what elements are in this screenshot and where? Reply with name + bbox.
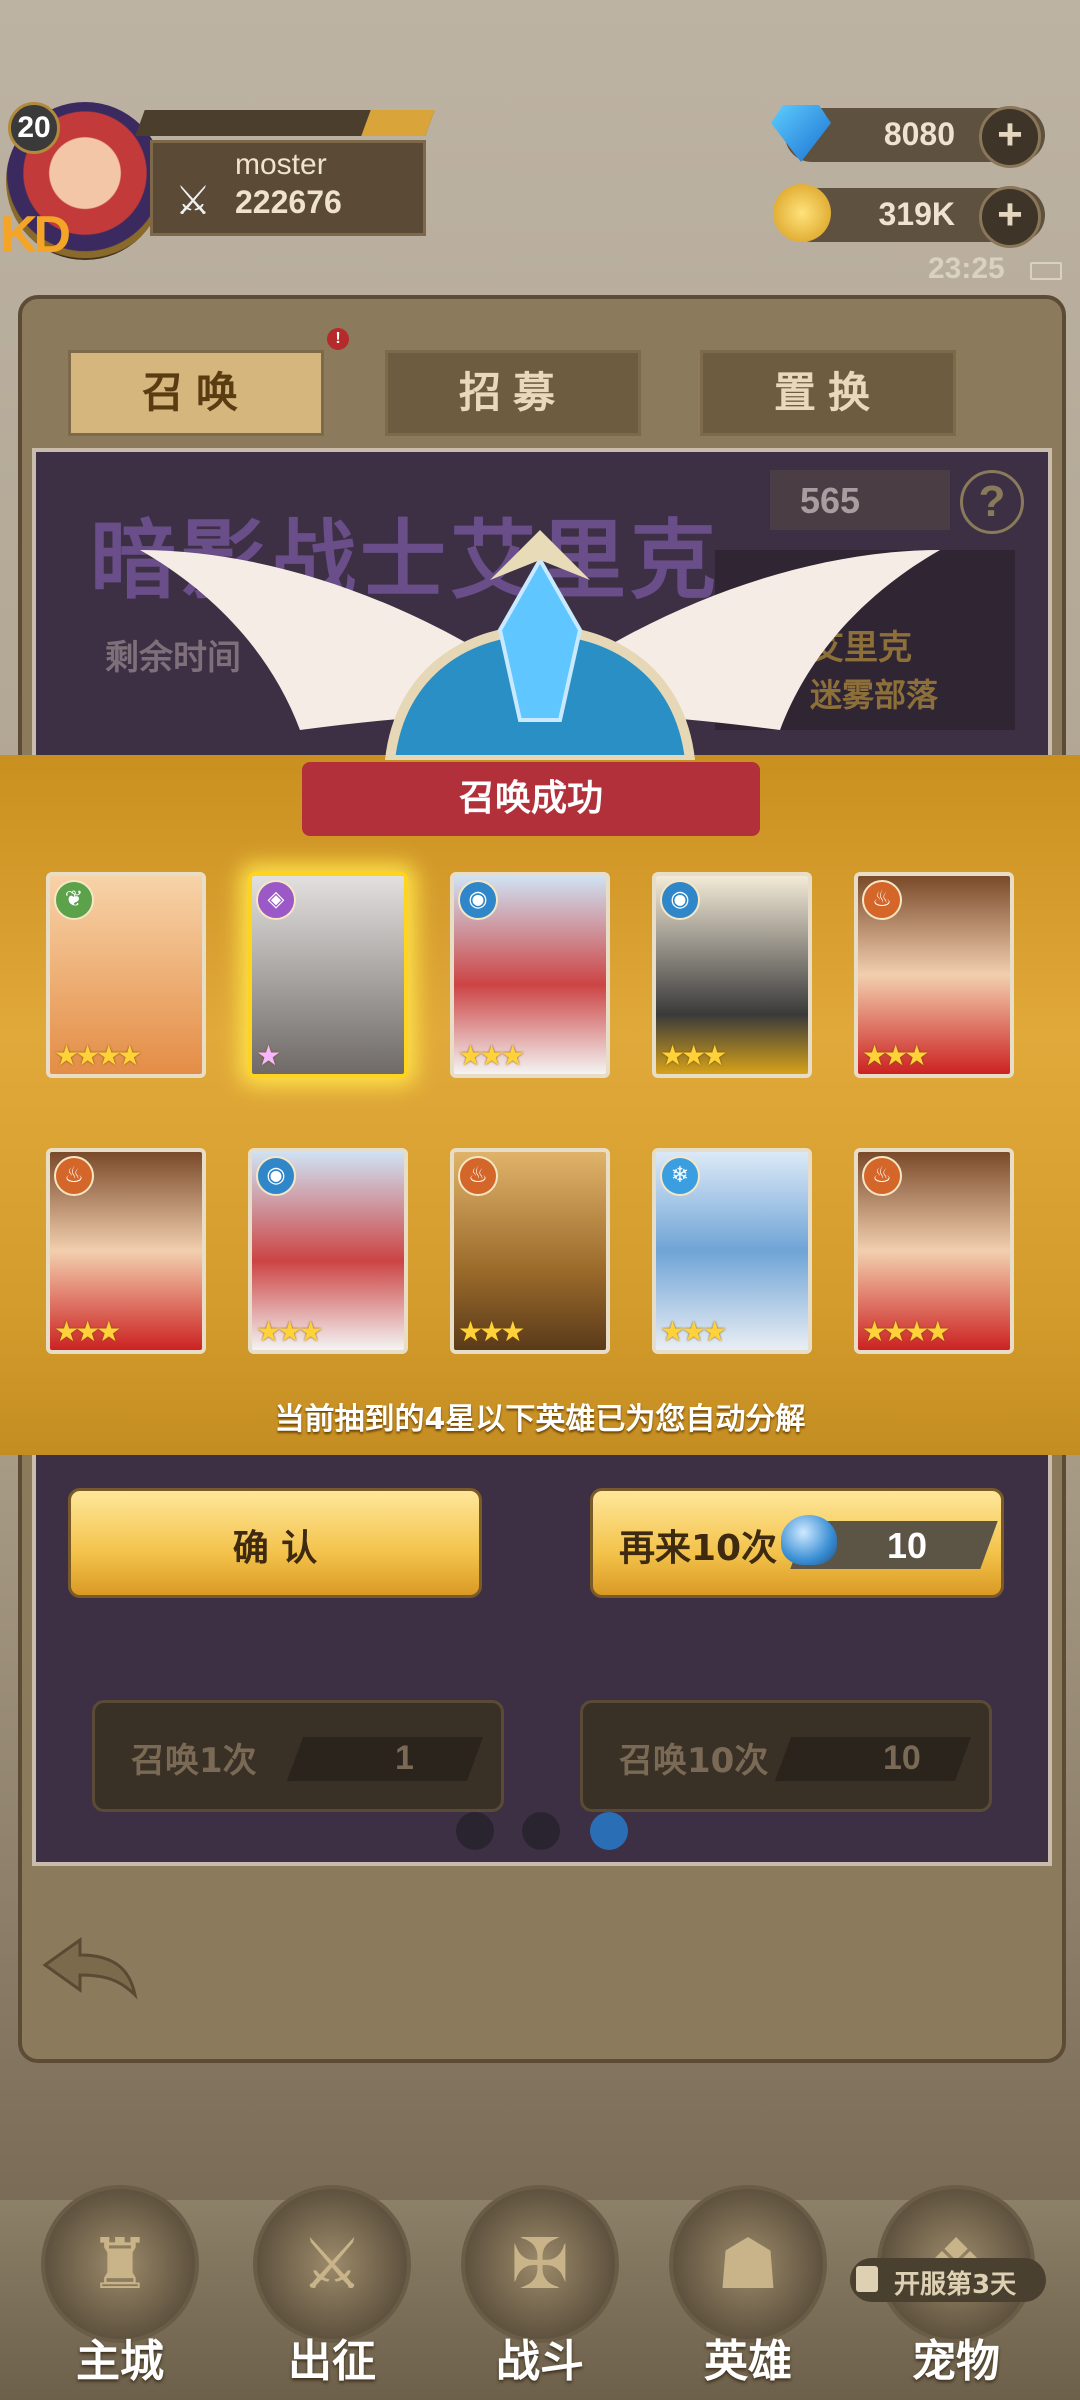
star-rating: ★★★ <box>660 1315 727 1348</box>
hero-card[interactable]: ❦ ★★★★ <box>46 872 206 1078</box>
result-title: 召唤成功 <box>302 762 760 836</box>
battle-icon: ✠ <box>510 2223 570 2305</box>
star-rating: ★★★★ <box>862 1315 950 1348</box>
add-gems-button[interactable]: + <box>979 106 1041 168</box>
fire-element-icon: ♨ <box>862 880 902 920</box>
gold-counter: 319K + <box>773 184 1045 248</box>
tab-recruit[interactable]: 招募 <box>385 350 641 436</box>
help-icon[interactable]: ? <box>960 470 1024 534</box>
summon-again-cost: 10 <box>887 1525 928 1566</box>
confirm-label: 确 认 <box>232 1528 318 1569</box>
star-rating: ★★★ <box>862 1039 929 1072</box>
hero-card[interactable]: ◉ ★★★ <box>652 872 812 1078</box>
add-gold-button[interactable]: + <box>979 186 1041 248</box>
crossed-swords-icon: ⚔ <box>175 178 211 224</box>
clock: 23:25 <box>928 252 1005 285</box>
hero-card[interactable]: ♨ ★★★ <box>450 1148 610 1354</box>
castle-icon: ♜ <box>88 2223 152 2305</box>
dark-element-icon: ◈ <box>256 880 296 920</box>
locked-tag-label: 开服第3天 <box>894 2270 1017 2300</box>
pager-dot-active[interactable] <box>590 1812 628 1850</box>
hero-card[interactable]: ♨ ★★★ <box>854 872 1014 1078</box>
star-rating: ★★★★ <box>54 1039 142 1072</box>
xp-bar <box>135 110 435 136</box>
hero-card[interactable]: ◉ ★★★ <box>248 1148 408 1354</box>
hero-card[interactable]: ♨ ★★★ <box>46 1148 206 1354</box>
nav-expedition[interactable]: ⚔ 出征 <box>252 2185 412 2387</box>
star-rating: ★★★ <box>660 1039 727 1072</box>
star-rating: ★★★ <box>458 1039 525 1072</box>
crystal-emblem-icon <box>140 530 940 760</box>
fire-element-icon: ♨ <box>458 1156 498 1196</box>
summon-ten-button[interactable]: 召唤10次 10 <box>580 1700 992 1812</box>
lock-icon <box>856 2266 878 2292</box>
summon-again-button[interactable]: 再来10次 10 <box>590 1488 1004 1598</box>
nav-heroes[interactable]: ☗ 英雄 <box>668 2185 828 2387</box>
star-rating: ★ <box>256 1039 281 1072</box>
tab-summon[interactable]: 召唤 <box>68 350 324 436</box>
water-element-icon: ◉ <box>256 1156 296 1196</box>
summon-again-label: 再来10次 <box>619 1528 778 1569</box>
summon-helmet-icon <box>781 1515 837 1565</box>
locked-tag: 开服第3天 <box>850 2258 1046 2302</box>
tab-exchange[interactable]: 置换 <box>700 350 956 436</box>
gem-value: 8080 <box>883 116 955 152</box>
battery-icon <box>1030 262 1062 280</box>
notification-badge: ! <box>327 328 349 350</box>
fire-element-icon: ♨ <box>54 1156 94 1196</box>
fire-element-icon: ♨ <box>862 1156 902 1196</box>
level-badge: 20 <box>8 102 60 154</box>
hero-card[interactable]: ♨ ★★★★ <box>854 1148 1014 1354</box>
confirm-button[interactable]: 确 认 <box>68 1488 482 1598</box>
hero-card[interactable]: ❄ ★★★ <box>652 1148 812 1354</box>
star-rating: ★★★ <box>458 1315 525 1348</box>
summon-ten-cost: 10 <box>883 1739 921 1777</box>
snowflake-icon: ❄ <box>660 1156 700 1196</box>
hero-card[interactable]: ◉ ★★★ <box>450 872 610 1078</box>
nav-battle[interactable]: ✠ 战斗 <box>460 2185 620 2387</box>
star-rating: ★★★ <box>54 1315 121 1348</box>
water-element-icon: ◉ <box>660 880 700 920</box>
summon-once-button[interactable]: 召唤1次 1 <box>92 1700 504 1812</box>
pager-dot[interactable] <box>522 1812 560 1850</box>
back-arrow-icon[interactable] <box>40 1930 140 2000</box>
gold-coin-icon <box>773 184 831 242</box>
server-tag: KD <box>0 206 71 264</box>
gem-counter: 8080 + <box>771 105 1045 168</box>
gold-value: 319K <box>878 196 956 232</box>
player-name: moster <box>235 148 327 181</box>
pager-dot[interactable] <box>456 1812 494 1850</box>
summon-once-cost: 1 <box>395 1739 414 1777</box>
nav-main-city[interactable]: ♜ 主城 <box>40 2185 200 2387</box>
auto-decompose-hint: 当前抽到的4星以下英雄已为您自动分解 <box>274 1402 806 1437</box>
summon-once-label: 召唤1次 <box>131 1741 257 1781</box>
star-rating: ★★★ <box>256 1315 323 1348</box>
combat-power: 222676 <box>235 184 342 220</box>
hood-icon: ☗ <box>716 2223 780 2305</box>
hero-card[interactable]: ◈ ★ <box>248 872 408 1078</box>
leaf-icon: ❦ <box>54 880 94 920</box>
crossed-swords-icon: ⚔ <box>300 2223 364 2305</box>
water-element-icon: ◉ <box>458 880 498 920</box>
summon-ten-label: 召唤10次 <box>619 1741 769 1781</box>
